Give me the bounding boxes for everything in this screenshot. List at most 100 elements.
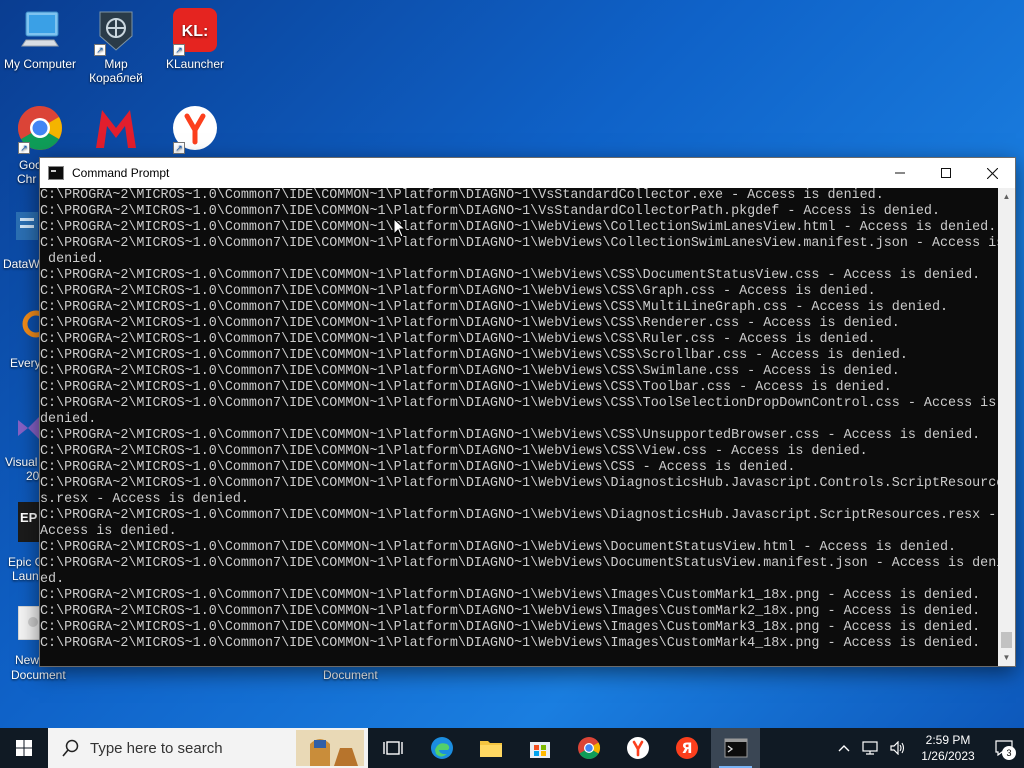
yandex-browser-icon: ↗ — [171, 104, 219, 154]
desktop-icon-label: Visual — [5, 455, 38, 469]
maximize-button[interactable] — [923, 158, 969, 188]
search-placeholder: Type here to search — [90, 739, 223, 757]
taskbar-chrome[interactable] — [564, 728, 613, 768]
yandex-icon: Я — [675, 737, 698, 759]
maximize-icon — [941, 168, 951, 178]
desktop-icon-new-document[interactable] — [17, 605, 41, 642]
console-icon — [724, 738, 747, 758]
desktop-icon-mail[interactable] — [77, 104, 155, 155]
chrome-icon: ↗ — [16, 104, 64, 154]
taskbar: Type here to search Я 2:59 PM 1/26/2023 … — [0, 728, 1024, 768]
desktop-icon-label: Document — [323, 668, 378, 682]
console-line: C:\PROGRA~2\MICROS~1.0\Common7\IDE\COMMO… — [40, 428, 981, 443]
console-line: C:\PROGRA~2\MICROS~1.0\Common7\IDE\COMMO… — [40, 396, 997, 411]
task-view-icon — [382, 741, 403, 755]
console-output[interactable]: C:\PROGRA~2\MICROS~1.0\Common7\IDE\COMMO… — [40, 188, 998, 666]
chrome-icon — [577, 737, 600, 759]
taskbar-edge[interactable] — [417, 728, 466, 768]
start-button[interactable] — [0, 728, 48, 768]
desktop-icon-my-computer[interactable]: My Computer — [1, 6, 79, 71]
console-line: C:\PROGRA~2\MICROS~1.0\Common7\IDE\COMMO… — [40, 460, 796, 475]
shortcut-arrow-icon: ↗ — [173, 142, 185, 154]
desktop-icon-label: My Computer — [3, 57, 77, 71]
folder-icon — [479, 741, 502, 757]
network-icon — [862, 741, 878, 755]
minimize-button[interactable] — [877, 158, 923, 188]
desktop-icon-label: Document — [11, 668, 66, 682]
desktop-icon-yandex[interactable]: ↗ — [156, 104, 234, 155]
console-line: C:\PROGRA~2\MICROS~1.0\Common7\IDE\COMMO… — [40, 508, 997, 523]
search-magnifier-icon — [22, 310, 50, 338]
console-line: C:\PROGRA~2\MICROS~1.0\Common7\IDE\COMMO… — [40, 236, 998, 251]
taskbar-store[interactable] — [515, 728, 564, 768]
edge-browser-icon — [430, 737, 453, 759]
desktop-icon-mir-korabley[interactable]: ↗ Мир Кораблей — [77, 6, 155, 85]
console-line: C:\PROGRA~2\MICROS~1.0\Common7\IDE\COMMO… — [40, 444, 868, 459]
volume-button[interactable] — [890, 741, 906, 755]
console-line: Access is denied. — [40, 524, 177, 539]
visual-studio-icon — [18, 416, 40, 440]
shortcut-arrow-icon: ↗ — [18, 142, 30, 154]
console-line: C:\PROGRA~2\MICROS~1.0\Common7\IDE\COMMO… — [40, 316, 900, 331]
console-line: C:\PROGRA~2\MICROS~1.0\Common7\IDE\COMMO… — [40, 636, 981, 651]
epic-games-icon: EP — [18, 502, 40, 542]
network-button[interactable] — [862, 741, 878, 755]
svg-text:EP: EP — [20, 510, 38, 525]
scroll-up-button[interactable]: ▲ — [998, 188, 1015, 205]
command-prompt-window[interactable]: Command Prompt C:\PROGRA~2\MICROS~1.0\Co… — [39, 157, 1016, 667]
shortcut-arrow-icon: ↗ — [94, 44, 106, 56]
taskbar-command-prompt[interactable] — [711, 728, 760, 768]
desktop-icon-visual-studio[interactable] — [14, 410, 40, 450]
minimize-icon — [895, 172, 905, 174]
console-line: C:\PROGRA~2\MICROS~1.0\Common7\IDE\COMMO… — [40, 268, 981, 283]
console-line: denied. — [40, 252, 105, 267]
taskbar-yandex[interactable]: Я — [662, 728, 711, 768]
scrollbar-thumb[interactable] — [1001, 632, 1012, 648]
console-line: denied. — [40, 412, 97, 427]
clock-date: 1/26/2023 — [921, 749, 975, 763]
desktop-icon-klauncher[interactable]: KL: ↗ KLauncher — [156, 6, 234, 71]
desktop-icon-label: Chr — [17, 172, 37, 186]
desktop-icon-label: Laun — [12, 569, 39, 583]
close-button[interactable] — [969, 158, 1015, 188]
desktop-icon-everything[interactable] — [14, 308, 50, 352]
console-line: ed. — [40, 572, 65, 587]
console-line: s.resx - Access is denied. — [40, 492, 249, 507]
vertical-scrollbar[interactable]: ▲ ▼ — [998, 188, 1015, 666]
console-line: C:\PROGRA~2\MICROS~1.0\Common7\IDE\COMMO… — [40, 364, 900, 379]
notification-count-badge: 3 — [1002, 746, 1016, 760]
computer-icon — [16, 6, 64, 54]
console-line: C:\PROGRA~2\MICROS~1.0\Common7\IDE\COMMO… — [40, 284, 876, 299]
taskbar-search-box[interactable]: Type here to search — [48, 728, 368, 768]
action-center-button[interactable]: 3 — [984, 728, 1024, 768]
speaker-icon — [890, 741, 905, 755]
task-view-button[interactable] — [368, 728, 417, 768]
system-tray: 2:59 PM 1/26/2023 3 — [832, 728, 1024, 768]
windows-logo-icon — [16, 740, 32, 756]
desktop-icon-epic-games[interactable]: EP — [18, 502, 40, 546]
datawarehouse-icon — [16, 212, 38, 240]
window-titlebar[interactable]: Command Prompt — [40, 158, 1015, 188]
yandex-browser-icon — [626, 737, 649, 759]
window-title: Command Prompt — [72, 166, 170, 180]
desktop-icon-google-chrome[interactable]: ↗ — [1, 104, 79, 155]
window-controls — [877, 158, 1015, 188]
console-line: C:\PROGRA~2\MICROS~1.0\Common7\IDE\COMMO… — [40, 476, 998, 491]
console-line: C:\PROGRA~2\MICROS~1.0\Common7\IDE\COMMO… — [40, 300, 949, 315]
svg-text:KL:: KL: — [182, 23, 209, 40]
console-line: C:\PROGRA~2\MICROS~1.0\Common7\IDE\COMMO… — [40, 220, 997, 235]
taskbar-file-explorer[interactable] — [466, 728, 515, 768]
desktop-icon-label: DataW — [3, 257, 40, 271]
red-m-logo-icon — [92, 104, 140, 152]
console-line: C:\PROGRA~2\MICROS~1.0\Common7\IDE\COMMO… — [40, 540, 957, 555]
taskbar-yandex-browser[interactable] — [613, 728, 662, 768]
show-hidden-icons-button[interactable] — [838, 744, 850, 752]
warship-game-icon: ↗ — [92, 6, 140, 56]
klauncher-icon: KL: ↗ — [171, 6, 219, 56]
scroll-down-button[interactable]: ▼ — [998, 649, 1015, 666]
desktop-icon-label: Every — [10, 356, 41, 370]
clock[interactable]: 2:59 PM 1/26/2023 — [912, 732, 984, 764]
console-line: C:\PROGRA~2\MICROS~1.0\Common7\IDE\COMMO… — [40, 332, 876, 347]
desktop-icon-label: New — [15, 653, 40, 667]
console-line: C:\PROGRA~2\MICROS~1.0\Common7\IDE\COMMO… — [40, 380, 892, 395]
